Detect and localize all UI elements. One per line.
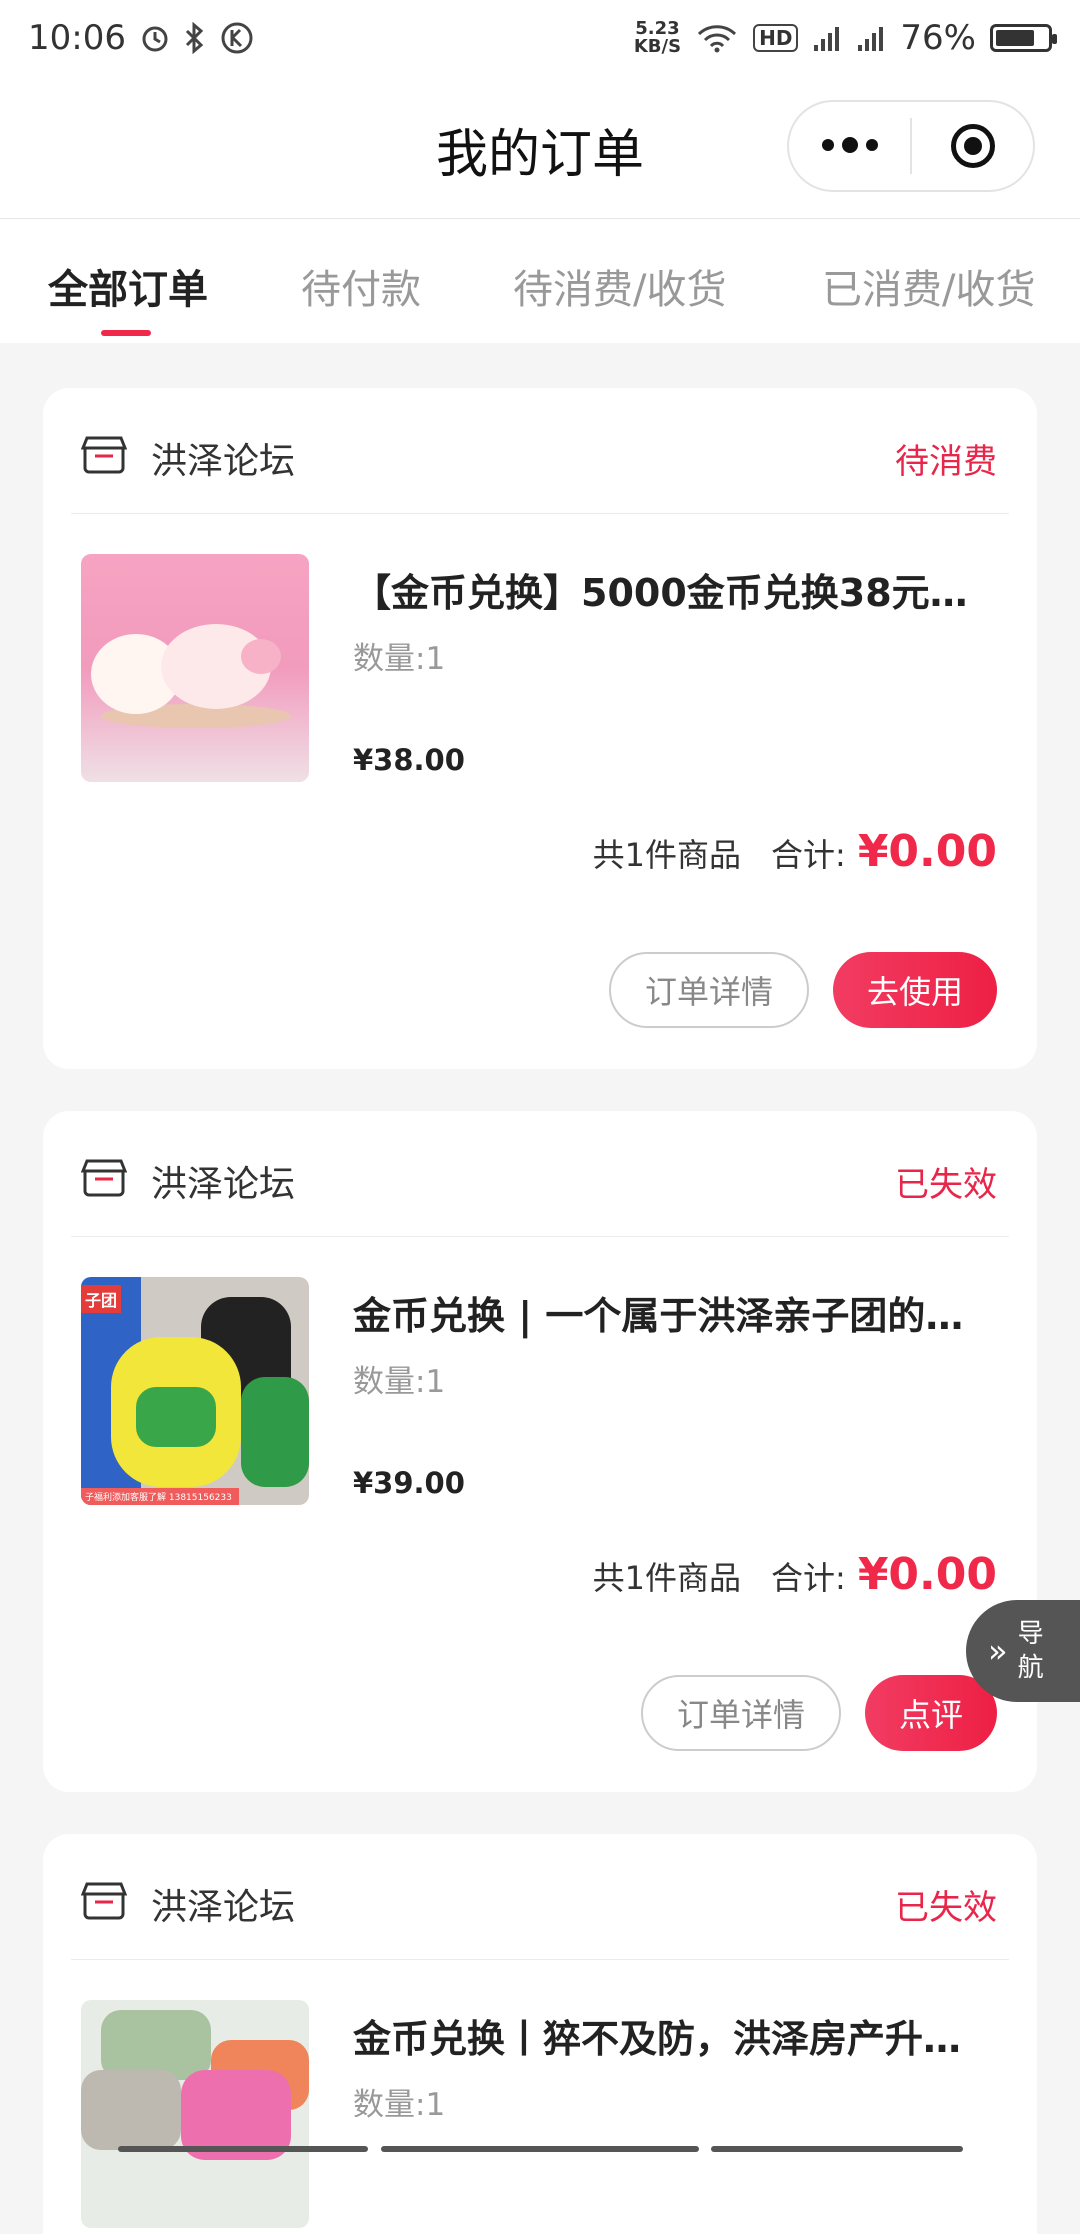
order-summary: 共1件商品 合计: ¥0.00 bbox=[593, 826, 997, 877]
order-tabs: 全部订单 待付款 待消费/收货 已消费/收货 bbox=[0, 219, 1080, 343]
divider bbox=[71, 513, 1009, 514]
product-image[interactable] bbox=[81, 2000, 309, 2228]
signal-icon-2 bbox=[856, 23, 886, 53]
floating-nav-label: 导航 bbox=[1017, 1619, 1044, 1683]
status-bar: 10:06 5.23 KB/S HD 76% bbox=[0, 0, 1080, 76]
card-actions: 订单详情 去使用 bbox=[608, 952, 997, 1028]
use-button[interactable]: 去使用 bbox=[832, 952, 997, 1028]
gesture-bar bbox=[381, 2146, 699, 2152]
order-detail-button[interactable]: 订单详情 bbox=[640, 1675, 841, 1751]
hd-label: HD bbox=[759, 26, 793, 50]
order-summary: 共1件商品 合计: ¥0.00 bbox=[593, 1549, 997, 1600]
bluetooth-icon bbox=[184, 22, 206, 54]
order-status: 已失效 bbox=[895, 1165, 997, 1205]
shop-icon bbox=[81, 1159, 127, 1197]
review-button[interactable]: 点评 bbox=[864, 1675, 997, 1751]
shop-name[interactable]: 洪泽论坛 bbox=[151, 432, 295, 484]
tab-pending-consume[interactable]: 待消费/收货 bbox=[513, 257, 726, 315]
product-quantity: 数量:1 bbox=[353, 2087, 446, 2123]
divider bbox=[71, 1236, 1009, 1237]
active-tab-indicator bbox=[101, 330, 151, 336]
item-count: 共1件商品 bbox=[592, 1559, 742, 1597]
order-card[interactable]: 洪泽论坛 待消费 【金币兑换】5000金币兑换38元独角兽公仔 数量:1 ¥38… bbox=[43, 388, 1037, 1069]
battery-icon bbox=[990, 24, 1057, 52]
tab-consumed[interactable]: 已消费/收货 bbox=[822, 257, 1035, 315]
more-dots-icon bbox=[821, 137, 878, 153]
shop-name[interactable]: 洪泽论坛 bbox=[151, 1878, 295, 1930]
image-stool-shape bbox=[81, 2070, 181, 2150]
close-mini-program-button[interactable] bbox=[912, 102, 1033, 190]
total-amount: ¥0.00 bbox=[857, 1549, 997, 1600]
more-button[interactable] bbox=[789, 102, 910, 190]
order-card[interactable]: 洪泽论坛 已失效 金币兑换丨猝不及防，洪泽房产升级版小凳子 数量:1 bbox=[43, 1834, 1037, 2234]
floating-nav-button[interactable]: » 导航 bbox=[966, 1600, 1080, 1702]
tab-all-orders[interactable]: 全部订单 bbox=[48, 257, 208, 315]
image-caption-bottom: 子福利添加客服了解 13815156233 bbox=[81, 1488, 239, 1505]
product-quantity: 数量:1 bbox=[353, 641, 446, 677]
product-title[interactable]: 【金币兑换】5000金币兑换38元独角兽公仔 bbox=[353, 562, 993, 617]
status-time: 10:06 bbox=[28, 18, 126, 58]
wifi-icon bbox=[695, 22, 739, 54]
card-actions: 订单详情 点评 bbox=[640, 1675, 997, 1751]
nav-bar: 我的订单 bbox=[0, 76, 1080, 219]
card-header: 洪泽论坛 待消费 bbox=[43, 388, 1037, 508]
product-image[interactable] bbox=[81, 554, 309, 782]
divider bbox=[71, 1959, 1009, 1960]
alarm-icon bbox=[140, 23, 170, 53]
order-status: 已失效 bbox=[895, 1888, 997, 1928]
product-price: ¥38.00 bbox=[353, 743, 465, 777]
order-card[interactable]: 洪泽论坛 已失效 子团 子福利添加客服了解 13815156233 金币兑换 |… bbox=[43, 1111, 1037, 1792]
battery-percent: 76% bbox=[900, 18, 976, 58]
image-caption-top: 子团 bbox=[81, 1285, 122, 1313]
double-chevron-right-icon: » bbox=[988, 1632, 1008, 1670]
order-status: 待消费 bbox=[895, 442, 997, 482]
card-header: 洪泽论坛 已失效 bbox=[43, 1111, 1037, 1231]
item-count: 共1件商品 bbox=[592, 836, 742, 874]
image-dino-shape bbox=[136, 1387, 216, 1447]
card-header: 洪泽论坛 已失效 bbox=[43, 1834, 1037, 1954]
total-label: 合计: bbox=[771, 836, 846, 874]
net-speed: 5.23 KB/S bbox=[634, 20, 681, 56]
shop-icon bbox=[81, 436, 127, 474]
total-label: 合计: bbox=[771, 1559, 846, 1597]
k-app-icon bbox=[220, 21, 254, 55]
product-quantity: 数量:1 bbox=[353, 1364, 446, 1400]
mini-program-capsule bbox=[787, 100, 1035, 192]
tab-pending-payment[interactable]: 待付款 bbox=[301, 257, 421, 315]
net-speed-unit: KB/S bbox=[633, 36, 682, 57]
gesture-bar bbox=[711, 2146, 963, 2152]
product-price: ¥39.00 bbox=[353, 1466, 465, 1500]
total-amount: ¥0.00 bbox=[857, 826, 997, 877]
hd-icon: HD bbox=[753, 24, 799, 52]
shop-name[interactable]: 洪泽论坛 bbox=[151, 1155, 295, 1207]
image-wing-shape bbox=[241, 639, 281, 674]
product-image[interactable]: 子团 子福利添加客服了解 13815156233 bbox=[81, 1277, 309, 1505]
signal-icon-1 bbox=[812, 23, 842, 53]
product-title[interactable]: 金币兑换 | 一个属于洪泽亲子团的专属书包 bbox=[353, 1285, 993, 1340]
shop-icon bbox=[81, 1882, 127, 1920]
image-green-bag-shape bbox=[241, 1377, 309, 1487]
order-detail-button[interactable]: 订单详情 bbox=[608, 952, 809, 1028]
target-icon bbox=[950, 124, 995, 168]
product-title[interactable]: 金币兑换丨猝不及防，洪泽房产升级版小凳子 bbox=[353, 2008, 993, 2063]
gesture-bar bbox=[118, 2146, 368, 2152]
